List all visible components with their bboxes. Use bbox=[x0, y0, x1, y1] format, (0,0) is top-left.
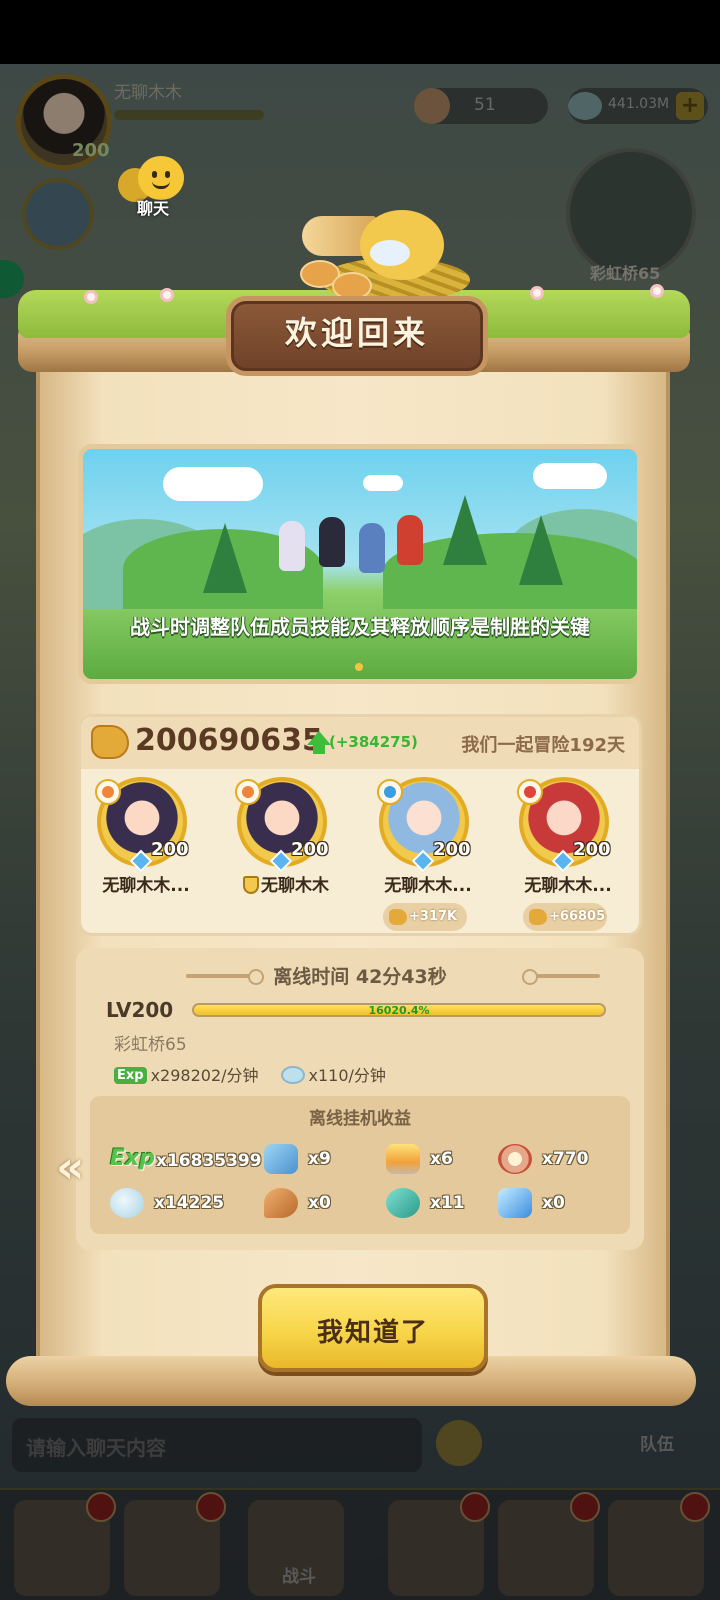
hero-card[interactable]: 200 无聊木木... bbox=[81, 775, 211, 935]
reward-pearl[interactable]: x14225 bbox=[110, 1186, 260, 1222]
chat-smiley-icon bbox=[138, 156, 184, 200]
power-gain: (+384275) bbox=[329, 733, 418, 751]
level-progress-bar: 16020.4% bbox=[192, 1003, 606, 1017]
reward-fish[interactable]: x11 bbox=[386, 1186, 486, 1222]
tip-banner[interactable]: 战斗时调整队伍成员技能及其释放顺序是制胜的关键 bbox=[78, 444, 642, 684]
hero-name: 无聊木木... bbox=[384, 876, 472, 896]
hero-name-row: 无聊木木 bbox=[221, 871, 351, 896]
exp-icon: Exp bbox=[110, 1146, 155, 1171]
hero-card[interactable]: 200 无聊木木 bbox=[221, 775, 351, 935]
hero-card[interactable]: 200 无聊木木... +66805 bbox=[503, 775, 633, 935]
confirm-button[interactable]: 我知道了 bbox=[258, 1284, 488, 1372]
offline-rewards-panel: 离线时间 42分43秒 LV200 16020.4% 彩虹桥65 Exp x298… bbox=[76, 948, 644, 1250]
reward-value: x16835399 bbox=[156, 1151, 262, 1171]
level-label: LV200 bbox=[106, 998, 174, 1022]
exp-rate: x298202/分钟 bbox=[150, 1066, 259, 1085]
medal-icon bbox=[498, 1144, 532, 1174]
hero-sprite bbox=[359, 523, 385, 573]
flower-icon bbox=[650, 284, 664, 298]
pearl-icon bbox=[280, 1066, 305, 1084]
campfire-icon bbox=[386, 1144, 420, 1174]
hero-sprite bbox=[279, 521, 305, 571]
reward-exp[interactable]: Exp x16835399 bbox=[110, 1144, 262, 1180]
reward-value: x0 bbox=[542, 1193, 565, 1213]
flower-icon bbox=[160, 288, 174, 302]
hero-level: 200 bbox=[573, 839, 611, 860]
reward-value: x770 bbox=[542, 1149, 589, 1169]
reward-campfire[interactable]: x6 bbox=[386, 1142, 486, 1178]
crystal-shard-icon bbox=[264, 1144, 298, 1174]
status-bar bbox=[0, 0, 720, 64]
hero-name: 无聊木木... bbox=[102, 876, 190, 896]
horn-bird-mascot-icon bbox=[300, 196, 470, 306]
hero-power-gain: +317K bbox=[383, 903, 467, 931]
banner-tip-text: 战斗时调整队伍成员技能及其释放顺序是制胜的关键 bbox=[130, 615, 590, 639]
reward-value: x0 bbox=[308, 1193, 331, 1213]
hero-level: 200 bbox=[433, 839, 471, 860]
power-header: 200690635 (+384275) 我们一起冒险192天 bbox=[81, 717, 639, 769]
arrow-up-icon bbox=[307, 731, 331, 745]
confirm-button-label: 我知道了 bbox=[316, 1318, 429, 1348]
power-value: 200690635 bbox=[135, 723, 323, 758]
team-power-panel: 200690635 (+384275) 我们一起冒险192天 200 无聊木木.… bbox=[78, 714, 642, 936]
shield-badge-icon bbox=[243, 876, 259, 894]
flower-icon bbox=[530, 286, 544, 300]
hero-power-gain: +66805 bbox=[523, 903, 607, 931]
power-arm-icon bbox=[529, 909, 547, 925]
reward-crystal-shard[interactable]: x9 bbox=[264, 1142, 364, 1178]
fish-icon bbox=[386, 1188, 420, 1218]
previous-page-chevron-icon[interactable]: « bbox=[56, 1142, 84, 1193]
reward-value: x11 bbox=[430, 1193, 465, 1213]
water-element-icon bbox=[377, 779, 403, 805]
power-arm-icon bbox=[91, 725, 129, 759]
hero-sprite bbox=[397, 515, 423, 565]
chat-label: 聊天 bbox=[137, 199, 170, 218]
reward-ice-crystal[interactable]: x0 bbox=[498, 1186, 618, 1222]
rewards-box: 离线挂机收益 Exp x16835399 x9 x6 x770 x14225 x… bbox=[90, 1096, 630, 1234]
hero-sprite bbox=[319, 517, 345, 567]
fire-element-icon bbox=[235, 779, 261, 805]
banner-page-indicator[interactable] bbox=[355, 663, 363, 671]
hero-level: 200 bbox=[291, 839, 329, 860]
rate-row: Exp x298202/分钟 x110/分钟 bbox=[114, 1062, 386, 1086]
hero-card[interactable]: 200 无聊木木... +317K bbox=[363, 775, 493, 935]
rewards-title: 离线挂机收益 bbox=[309, 1109, 411, 1129]
fire-element-icon bbox=[95, 779, 121, 805]
level-progress-text: 16020.4% bbox=[368, 1004, 430, 1017]
offline-time: 离线时间 42分43秒 bbox=[273, 966, 447, 988]
flower-icon bbox=[84, 290, 98, 304]
reward-drumstick[interactable]: x0 bbox=[264, 1186, 364, 1222]
fire-element-icon bbox=[517, 779, 543, 805]
adventure-days: 我们一起冒险192天 bbox=[461, 735, 625, 756]
pearl-rate: x110/分钟 bbox=[308, 1066, 386, 1085]
reward-medal[interactable]: x770 bbox=[498, 1142, 618, 1178]
reward-value: x9 bbox=[308, 1149, 331, 1169]
hero-level: 200 bbox=[151, 839, 189, 860]
pearl-icon bbox=[110, 1188, 144, 1218]
drumstick-icon bbox=[264, 1188, 298, 1218]
dialog-title: 欢迎回来 bbox=[284, 314, 429, 352]
reward-value: x6 bbox=[430, 1149, 453, 1169]
hero-name: 无聊木木... bbox=[524, 876, 612, 896]
power-arm-icon bbox=[389, 909, 407, 925]
ice-crystal-icon bbox=[498, 1188, 532, 1218]
exp-icon: Exp bbox=[114, 1067, 147, 1084]
reward-value: x14225 bbox=[154, 1193, 225, 1213]
stage-label: 彩虹桥65 bbox=[114, 1035, 187, 1055]
hero-name: 无聊木木 bbox=[261, 876, 329, 896]
